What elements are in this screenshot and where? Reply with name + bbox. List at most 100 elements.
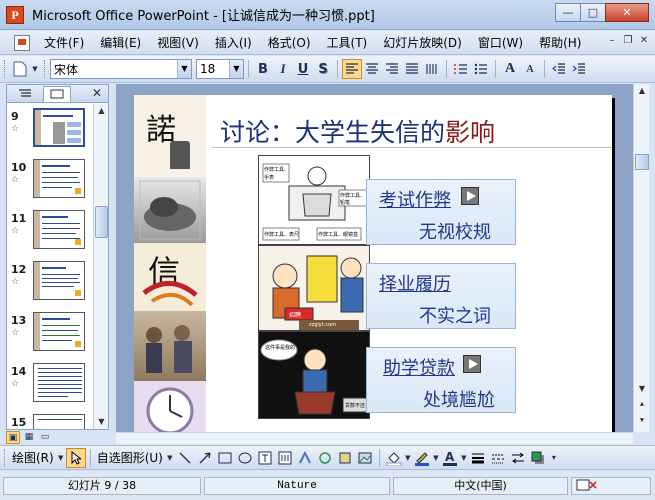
play-icon[interactable] bbox=[461, 187, 479, 205]
cartoon-job-resume[interactable]: 招聘 zzglyt.com bbox=[258, 245, 370, 331]
font-color-icon[interactable]: A bbox=[440, 448, 460, 468]
select-objects-icon[interactable] bbox=[65, 447, 86, 468]
slide-thumbnail[interactable]: 13 ☆ bbox=[7, 312, 93, 358]
scroll-down-icon[interactable]: ▼ bbox=[635, 382, 649, 396]
decrease-indent-icon[interactable] bbox=[549, 59, 569, 79]
textbox-tool-icon[interactable] bbox=[255, 448, 275, 468]
diagram-icon[interactable] bbox=[315, 448, 335, 468]
menu-view[interactable]: 视图(V) bbox=[149, 32, 207, 54]
normal-view-icon[interactable]: ▣ bbox=[6, 430, 20, 444]
fill-color-icon[interactable] bbox=[384, 448, 404, 468]
vertical-text-icon[interactable] bbox=[422, 59, 442, 79]
next-slide-icon[interactable]: ⯆ bbox=[635, 414, 649, 428]
draw-menu-button[interactable]: 绘图(R) bbox=[10, 449, 56, 466]
slide-edit-area[interactable]: 諾 信 讨论：大学生失信的影响 作弊工具、 手表 作弊工具、 铅笔 作弊工具、表… bbox=[116, 84, 633, 432]
chevron-down-icon[interactable]: ▼ bbox=[229, 60, 243, 78]
doc-close-icon[interactable]: ✕ bbox=[637, 34, 651, 48]
menu-window[interactable]: 窗口(W) bbox=[470, 32, 531, 54]
distribute-icon[interactable] bbox=[402, 59, 422, 79]
document-icon[interactable] bbox=[14, 34, 30, 51]
line-style-icon[interactable] bbox=[468, 448, 488, 468]
menu-file[interactable]: 文件(F) bbox=[36, 32, 92, 54]
grow-font-button[interactable]: A bbox=[500, 59, 520, 79]
vertical-textbox-icon[interactable] bbox=[275, 448, 295, 468]
slide-thumbnail[interactable]: 14 ☆ bbox=[7, 363, 93, 409]
align-center-icon[interactable] bbox=[362, 59, 382, 79]
chevron-down-icon[interactable]: ▼ bbox=[460, 448, 468, 468]
menu-format[interactable]: 格式(O) bbox=[260, 32, 319, 54]
play-icon[interactable] bbox=[463, 355, 481, 373]
chevron-down-icon[interactable]: ▼ bbox=[165, 448, 175, 468]
picture-icon[interactable] bbox=[355, 448, 375, 468]
maximize-button[interactable]: □ bbox=[580, 3, 606, 22]
line-tool-icon[interactable] bbox=[175, 448, 195, 468]
wordart-icon[interactable] bbox=[295, 448, 315, 468]
line-color-icon[interactable] bbox=[412, 448, 432, 468]
shrink-font-button[interactable]: A bbox=[520, 59, 540, 79]
horizontal-scrollbar[interactable] bbox=[116, 432, 633, 444]
impact-item-career[interactable]: 择业履历 不实之词 bbox=[366, 263, 516, 329]
arrow-tool-icon[interactable] bbox=[195, 448, 215, 468]
slide-thumbnail[interactable]: 15 bbox=[7, 414, 93, 429]
menu-tools[interactable]: 工具(T) bbox=[319, 32, 376, 54]
minimize-button[interactable]: — bbox=[555, 3, 581, 22]
scroll-thumb[interactable] bbox=[95, 206, 108, 238]
doc-restore-icon[interactable]: ❐ bbox=[621, 34, 635, 48]
oval-tool-icon[interactable] bbox=[235, 448, 255, 468]
toolbar-grip-2[interactable] bbox=[44, 60, 47, 78]
autoshapes-button[interactable]: 自选图形(U) bbox=[95, 449, 165, 466]
slide-thumbnail[interactable]: 9 ☆ bbox=[7, 108, 93, 154]
slide-sorter-icon[interactable]: ▦ bbox=[22, 431, 36, 444]
slide-thumbnail[interactable]: 11 ☆ bbox=[7, 210, 93, 256]
dash-style-icon[interactable] bbox=[488, 448, 508, 468]
new-dropdown-icon[interactable]: ▼ bbox=[30, 59, 40, 79]
align-right-icon[interactable] bbox=[382, 59, 402, 79]
scroll-down-icon[interactable]: ▼ bbox=[95, 415, 108, 429]
menu-slideshow[interactable]: 幻灯片放映(D) bbox=[375, 32, 470, 54]
chevron-down-icon[interactable]: ▼ bbox=[404, 448, 412, 468]
thumbnails-scrollbar[interactable]: ▲ ▼ bbox=[93, 104, 108, 429]
menu-insert[interactable]: 插入(I) bbox=[207, 32, 260, 54]
increase-indent-icon[interactable] bbox=[569, 59, 589, 79]
spelling-status-icon[interactable] bbox=[571, 476, 651, 495]
align-left-icon[interactable] bbox=[342, 59, 362, 79]
arrow-style-icon[interactable] bbox=[508, 448, 528, 468]
status-design-template[interactable]: Nature bbox=[204, 476, 390, 495]
font-size-select[interactable]: 18 ▼ bbox=[196, 59, 244, 79]
scroll-up-icon[interactable]: ▲ bbox=[635, 84, 649, 98]
status-language[interactable]: 中文(中国) bbox=[393, 476, 568, 495]
chevron-down-icon[interactable]: ▼ bbox=[432, 448, 440, 468]
powerpoint-app-icon[interactable]: P bbox=[6, 5, 24, 24]
rectangle-tool-icon[interactable] bbox=[215, 448, 235, 468]
slide-thumbnail[interactable]: 12 ☆ bbox=[7, 261, 93, 307]
scroll-up-icon[interactable]: ▲ bbox=[95, 104, 108, 118]
impact-item-exam[interactable]: 考试作弊 无视校规 bbox=[366, 179, 516, 245]
slide-thumbnail[interactable]: 10 ☆ bbox=[7, 159, 93, 205]
new-slide-icon[interactable] bbox=[10, 59, 30, 79]
shadow-button[interactable]: S bbox=[313, 59, 333, 79]
chevron-down-icon[interactable]: ▼ bbox=[177, 60, 191, 78]
tab-outline[interactable] bbox=[11, 86, 39, 102]
shadow-style-icon[interactable] bbox=[528, 448, 548, 468]
slide-vertical-scrollbar[interactable]: ▲ ▼ ⯅ ⯆ bbox=[633, 84, 649, 432]
slideshow-view-icon[interactable]: ▭ bbox=[38, 431, 52, 444]
toolbar-grip[interactable] bbox=[4, 60, 7, 78]
pane-close-icon[interactable]: ✕ bbox=[92, 86, 102, 100]
tab-slides[interactable] bbox=[43, 85, 71, 102]
bold-button[interactable]: B bbox=[253, 59, 273, 79]
font-name-select[interactable]: 宋体 ▼ bbox=[50, 59, 192, 79]
underline-button[interactable]: U bbox=[293, 59, 313, 79]
toolbar-grip[interactable] bbox=[4, 448, 7, 467]
close-button[interactable]: ✕ bbox=[605, 3, 649, 22]
previous-slide-icon[interactable]: ⯅ bbox=[635, 398, 649, 412]
cartoon-student-loan[interactable]: 这件事是我的 贷款不还 bbox=[258, 331, 370, 419]
toolbar-options-icon[interactable]: ▾ bbox=[548, 448, 560, 468]
clipart-icon[interactable] bbox=[335, 448, 355, 468]
menu-edit[interactable]: 编辑(E) bbox=[92, 32, 149, 54]
scroll-thumb[interactable] bbox=[635, 154, 649, 170]
bullets-icon[interactable] bbox=[471, 59, 491, 79]
italic-button[interactable]: I bbox=[273, 59, 293, 79]
doc-minimize-icon[interactable]: – bbox=[605, 34, 619, 48]
chevron-down-icon[interactable]: ▼ bbox=[56, 448, 66, 468]
slide-title[interactable]: 讨论：大学生失信的影响 bbox=[220, 113, 495, 149]
